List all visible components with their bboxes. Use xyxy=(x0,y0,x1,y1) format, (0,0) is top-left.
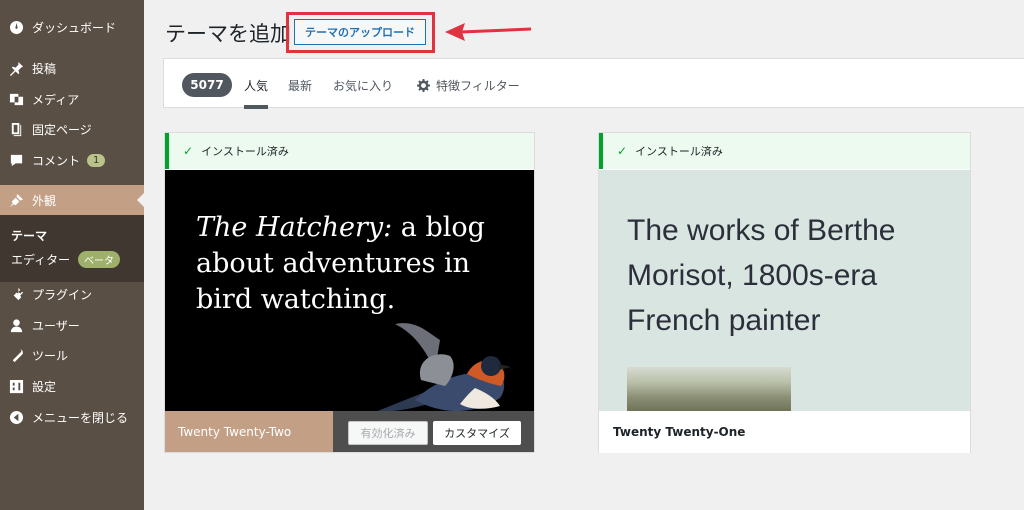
theme-count-badge: 5077 xyxy=(182,73,232,97)
bird-illustration xyxy=(377,323,511,411)
pin-icon xyxy=(8,60,24,76)
sidebar-item-label: 外観 xyxy=(32,193,57,208)
checkmark-icon: ✓ xyxy=(617,144,628,158)
checkmark-icon: ✓ xyxy=(183,144,194,158)
theme-screenshot[interactable]: The Hatchery: a blog about adventures in… xyxy=(165,170,534,411)
theme-name: Twenty Twenty-One xyxy=(599,411,970,453)
sidebar-item-label: ユーザー xyxy=(32,318,80,333)
preview-text: The works of Berthe Morisot, 1800s-era F… xyxy=(627,214,896,337)
plugin-icon xyxy=(8,286,24,302)
sidebar-item-appearance[interactable]: 外観 xyxy=(0,185,144,215)
submenu-editor-label: エディター xyxy=(11,253,71,267)
beta-badge: ベータ xyxy=(78,251,120,268)
tab-favorites[interactable]: お気に入り xyxy=(333,77,393,94)
installed-notice: ✓ インストール済み xyxy=(165,133,534,169)
preview-text: The Hatchery: a blog about adventures in… xyxy=(196,210,496,318)
comment-icon xyxy=(8,152,24,168)
tab-latest[interactable]: 最新 xyxy=(288,77,312,94)
sidebar-item-label: 設定 xyxy=(32,379,57,394)
sidebar-item-comments[interactable]: コメント 1 xyxy=(0,145,144,175)
sidebar-item-settings[interactable]: 設定 xyxy=(0,371,144,401)
theme-filter-bar: 5077 人気 最新 お気に入り 特徴フィルター xyxy=(163,58,1024,109)
painting-image xyxy=(627,367,791,411)
theme-name: Twenty Twenty-Two xyxy=(165,411,333,452)
sidebar-item-label: コメント xyxy=(32,153,81,168)
sidebar-item-label: メディア xyxy=(32,92,80,107)
sidebar-item-label: 投稿 xyxy=(32,61,57,76)
sidebar-item-dashboard[interactable]: ダッシュボード xyxy=(0,12,144,42)
tab-popular[interactable]: 人気 xyxy=(244,77,269,109)
sidebar-item-media[interactable]: メディア xyxy=(0,84,144,114)
gear-icon xyxy=(417,79,430,92)
submenu-item-themes[interactable]: テーマ xyxy=(11,227,47,244)
theme-card-twenty-twenty-one[interactable]: ✓ インストール済み The works of Berthe Morisot, … xyxy=(598,132,971,453)
admin-sidebar: ダッシュボード 投稿 メディア 固定ページ コメント 1 外観 テーマ エディタ… xyxy=(0,0,144,510)
sidebar-item-label: 固定ページ xyxy=(32,122,92,137)
sidebar-item-plugins[interactable]: プラグイン xyxy=(0,279,144,309)
settings-icon xyxy=(8,378,24,394)
collapse-icon xyxy=(8,409,24,425)
sidebar-item-posts[interactable]: 投稿 xyxy=(0,53,144,83)
sidebar-item-label: ツール xyxy=(32,348,69,363)
user-icon xyxy=(8,317,24,333)
appearance-icon xyxy=(8,192,24,208)
theme-card-footer: Twenty Twenty-Two 有効化済み カスタマイズ xyxy=(165,411,534,452)
theme-card-twenty-twenty-two[interactable]: ✓ インストール済み The Hatchery: a blog about ad… xyxy=(164,132,535,453)
preview-title: The Hatchery: xyxy=(196,212,393,243)
feature-filter-label: 特徴フィルター xyxy=(436,79,520,93)
appearance-submenu: テーマ エディター ベータ xyxy=(0,215,144,282)
highlight-annotation-box xyxy=(286,12,435,53)
customize-button[interactable]: カスタマイズ xyxy=(433,421,521,445)
sidebar-item-label: プラグイン xyxy=(32,287,93,302)
page-title: テーマを追加 xyxy=(165,22,291,46)
media-icon xyxy=(8,91,24,107)
sidebar-item-label: ダッシュボード xyxy=(32,20,117,35)
installed-label: インストール済み xyxy=(201,145,289,158)
feature-filter-button[interactable]: 特徴フィルター xyxy=(417,77,520,94)
submenu-item-editor[interactable]: エディター ベータ xyxy=(11,251,120,268)
sidebar-item-label: メニューを閉じる xyxy=(32,410,129,425)
installed-label: インストール済み xyxy=(635,145,723,158)
sidebar-item-tools[interactable]: ツール xyxy=(0,340,144,370)
theme-screenshot[interactable]: The works of Berthe Morisot, 1800s-era F… xyxy=(599,170,970,411)
page-icon xyxy=(8,121,24,137)
installed-notice: ✓ インストール済み xyxy=(599,133,970,169)
dashboard-icon xyxy=(8,19,24,35)
wrench-icon xyxy=(8,347,24,363)
sidebar-item-users[interactable]: ユーザー xyxy=(0,310,144,340)
activated-button: 有効化済み xyxy=(348,421,428,445)
comment-count-badge: 1 xyxy=(87,153,106,167)
sidebar-item-collapse[interactable]: メニューを閉じる xyxy=(0,402,144,432)
red-arrow-annotation xyxy=(445,23,532,41)
sidebar-item-pages[interactable]: 固定ページ xyxy=(0,114,144,144)
